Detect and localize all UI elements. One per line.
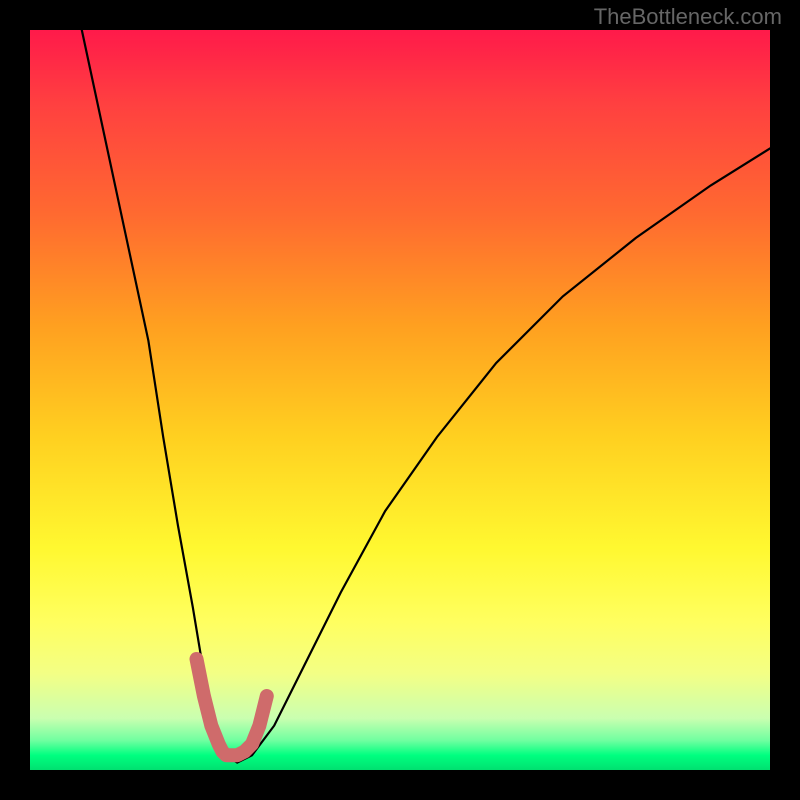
- watermark-text: TheBottleneck.com: [594, 4, 782, 30]
- bottleneck-plot: [30, 30, 770, 770]
- minimum-highlight: [197, 659, 267, 755]
- curve-svg: [30, 30, 770, 770]
- bottleneck-curve: [82, 30, 770, 763]
